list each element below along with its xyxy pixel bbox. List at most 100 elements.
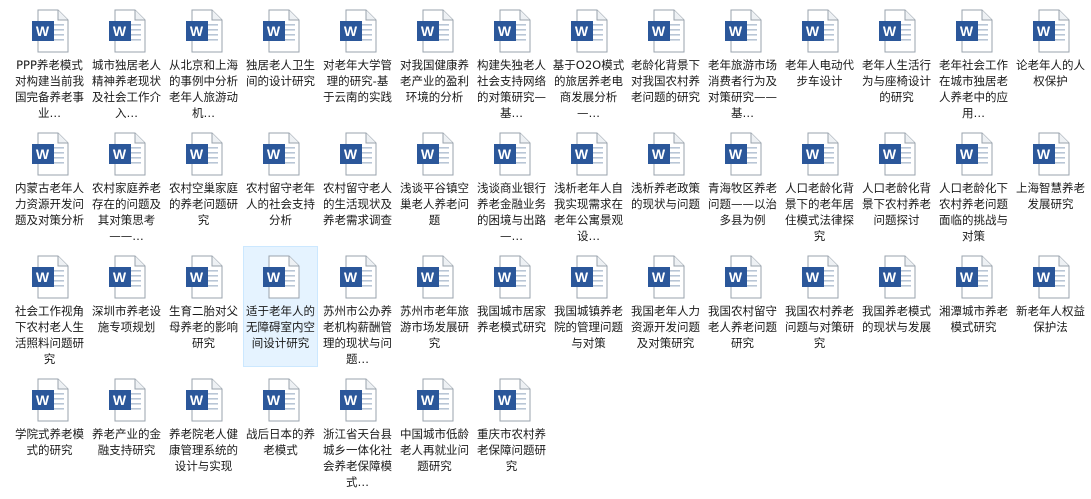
file-item[interactable]: W 我国城市居家养老模式研究 <box>474 246 549 367</box>
file-item[interactable]: W 浅谈商业银行养老金融业务的困境与出路—… <box>474 123 549 244</box>
file-name: 老年社会工作在城市独居老人养老中的应用… <box>939 58 1008 120</box>
word-letter: W <box>35 146 50 162</box>
word-document-icon: W <box>26 130 74 178</box>
file-item[interactable]: W 内蒙古老年人力资源开发问题及对策分析 <box>12 123 87 244</box>
file-item[interactable]: W 新老年人权益保护法 <box>1013 246 1088 367</box>
word-letter: W <box>343 146 358 162</box>
file-item[interactable]: W 人口老龄化下农村养老问题面临的挑战与对策 <box>936 123 1011 244</box>
file-item[interactable]: W 从北京和上海的事例中分析老年人旅游动机… <box>166 0 241 121</box>
word-letter: W <box>189 392 204 408</box>
word-letter: W <box>805 23 820 39</box>
file-item[interactable]: W 农村留守老年人的社会支持分析 <box>243 123 318 244</box>
word-document-icon: W <box>950 7 998 55</box>
file-item[interactable]: W 人口老龄化背景下的老年居住模式法律探究 <box>782 123 857 244</box>
file-name: 农村留守老年人的社会支持分析 <box>246 181 315 227</box>
file-item[interactable]: W 养老院老人健康管理系统的设计与实现 <box>166 369 241 490</box>
file-item[interactable]: W PPP养老模式对构建当前我国完备养老事业… <box>12 0 87 121</box>
word-document-icon: W <box>103 253 151 301</box>
file-item[interactable]: W 农村留守老人的生活现状及养老需求调查 <box>320 123 395 244</box>
word-document-icon: W <box>180 130 228 178</box>
word-document-icon: W <box>488 253 536 301</box>
file-item[interactable]: W 我国老年人力资源开发问题及对策研究 <box>628 246 703 367</box>
file-name: 我国城镇养老院的管理问题与对策 <box>554 304 623 350</box>
word-document-icon: W <box>180 7 228 55</box>
word-letter: W <box>420 269 435 285</box>
word-letter: W <box>266 23 281 39</box>
file-item[interactable]: W 适于老年人的无障碍室内空间设计研究 <box>243 246 318 367</box>
file-item[interactable]: W 农村空巢家庭的养老问题研究 <box>166 123 241 244</box>
file-item[interactable]: W 我国农村留守老人养老问题研究 <box>705 246 780 367</box>
file-item[interactable]: W 浅析养老政策的现状与问题 <box>628 123 703 244</box>
file-item[interactable]: W 战后日本的养老模式 <box>243 369 318 490</box>
word-letter: W <box>343 23 358 39</box>
word-document-icon: W <box>488 7 536 55</box>
word-document-icon: W <box>719 130 767 178</box>
file-item[interactable]: W 中国城市低龄老人再就业问题研究 <box>397 369 472 490</box>
file-item[interactable]: W 生育二胎对父母养老的影响研究 <box>166 246 241 367</box>
file-item[interactable]: W 养老产业的金融支持研究 <box>89 369 164 490</box>
file-item[interactable]: W 构建失独老人社会支持网络的对策研究—基… <box>474 0 549 121</box>
word-document-icon: W <box>1027 130 1075 178</box>
word-letter: W <box>574 23 589 39</box>
file-item[interactable]: W 对老年大学管理的研究-基于云南的实践 <box>320 0 395 121</box>
word-document-icon: W <box>488 376 536 424</box>
file-item[interactable]: W 我国农村养老问题与对策研究 <box>782 246 857 367</box>
file-item[interactable]: W 老龄化背景下对我国农村养老问题的研究 <box>628 0 703 121</box>
file-item[interactable]: W 人口老龄化背景下农村养老问题探讨 <box>859 123 934 244</box>
file-name: 浅谈商业银行养老金融业务的困境与出路—… <box>477 181 546 243</box>
word-document-icon: W <box>642 130 690 178</box>
file-item[interactable]: W 基于O2O模式的旅居养老电商发展分析—… <box>551 0 626 121</box>
file-item[interactable]: W 农村家庭养老存在的问题及其对策思考——… <box>89 123 164 244</box>
file-name: 老年人电动代步车设计 <box>785 58 854 88</box>
file-item[interactable]: W 青海牧区养老问题——以治多县为例 <box>705 123 780 244</box>
file-item[interactable]: W 我国城镇养老院的管理问题与对策 <box>551 246 626 367</box>
file-name: 我国农村留守老人养老问题研究 <box>708 304 777 350</box>
word-letter: W <box>959 269 974 285</box>
word-document-icon: W <box>565 253 613 301</box>
file-item[interactable]: W 重庆市农村养老保障问题研究 <box>474 369 549 490</box>
word-document-icon: W <box>1027 7 1075 55</box>
word-document-icon: W <box>257 7 305 55</box>
file-name: 重庆市农村养老保障问题研究 <box>477 427 546 473</box>
file-item[interactable]: W 浅析老年人自我实现需求在老年公寓景观设… <box>551 123 626 244</box>
file-item[interactable]: W 论老年人的人权保护 <box>1013 0 1088 121</box>
file-item[interactable]: W 社会工作视角下农村老人生活照料问题研究 <box>12 246 87 367</box>
file-name: 养老院老人健康管理系统的设计与实现 <box>169 427 238 473</box>
file-item[interactable]: W 老年人生活行为与座椅设计的研究 <box>859 0 934 121</box>
word-document-icon: W <box>411 253 459 301</box>
file-item[interactable]: W 我国养老模式的现状与发展 <box>859 246 934 367</box>
file-name: 我国农村养老问题与对策研究 <box>785 304 854 350</box>
file-item[interactable]: W 学院式养老模式的研究 <box>12 369 87 490</box>
file-item[interactable]: W 老年社会工作在城市独居老人养老中的应用… <box>936 0 1011 121</box>
file-item[interactable]: W 苏州市老年旅游市场发展研究 <box>397 246 472 367</box>
file-item[interactable]: W 对我国健康养老产业的盈利环境的分析 <box>397 0 472 121</box>
file-item[interactable]: W 苏州市公办养老机构薪酬管理的现状与问题… <box>320 246 395 367</box>
word-letter: W <box>651 269 666 285</box>
file-grid: W PPP养老模式对构建当前我国完备养老事业… W 城市独居老人精神养老现状及社会工作… <box>0 0 1091 499</box>
word-letter: W <box>1036 269 1051 285</box>
file-item[interactable]: W 浅谈平谷镇空巢老人养老问题 <box>397 123 472 244</box>
word-document-icon: W <box>103 376 151 424</box>
word-letter: W <box>959 146 974 162</box>
file-name: 城市独居老人精神养老现状及社会工作介入… <box>92 58 161 120</box>
word-letter: W <box>497 269 512 285</box>
file-item[interactable]: W 独居老人卫生间的设计研究 <box>243 0 318 121</box>
file-item[interactable]: W 湘潭城市养老模式研究 <box>936 246 1011 367</box>
word-letter: W <box>574 146 589 162</box>
word-letter: W <box>574 269 589 285</box>
word-document-icon: W <box>719 7 767 55</box>
file-name: 浅谈平谷镇空巢老人养老问题 <box>400 181 469 227</box>
word-letter: W <box>189 146 204 162</box>
file-item[interactable]: W 老年旅游市场消费者行为及对策研究——基… <box>705 0 780 121</box>
file-item[interactable]: W 老年人电动代步车设计 <box>782 0 857 121</box>
word-document-icon: W <box>334 376 382 424</box>
file-item[interactable]: W 深圳市养老设施专项规划 <box>89 246 164 367</box>
file-item[interactable]: W 上海智慧养老发展研究 <box>1013 123 1088 244</box>
word-document-icon: W <box>565 130 613 178</box>
file-item[interactable]: W 城市独居老人精神养老现状及社会工作介入… <box>89 0 164 121</box>
file-item[interactable]: W 浙江省天台县城乡一体化社会养老保障模式… <box>320 369 395 490</box>
word-letter: W <box>651 146 666 162</box>
word-letter: W <box>497 146 512 162</box>
file-name: 农村空巢家庭的养老问题研究 <box>169 181 238 227</box>
word-document-icon: W <box>1027 253 1075 301</box>
